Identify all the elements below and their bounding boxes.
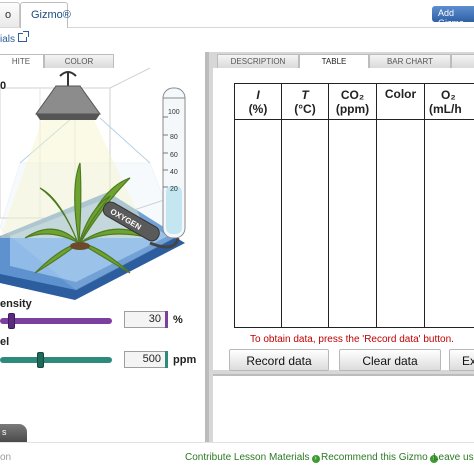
light-intensity-label: ensity xyxy=(0,298,32,310)
right-tabs: DESCRIPTION TABLE BAR CHART xyxy=(213,54,474,69)
instruction-message: To obtain data, press the 'Record data' … xyxy=(250,334,454,345)
gizmo-frame: HITE COLOR 0 OXYGEN 100 80 60 40 20 ensi… xyxy=(0,52,474,442)
data-panel: DESCRIPTION TABLE BAR CHART I (%) T (°C) C… xyxy=(213,52,474,442)
arrow-icon: › xyxy=(311,455,320,463)
tick-label: 80 xyxy=(170,134,178,141)
lower-panel xyxy=(213,374,474,442)
simulation-panel: HITE COLOR 0 OXYGEN 100 80 60 40 20 ensi… xyxy=(0,52,209,442)
simulation-view: 0 OXYGEN 100 80 60 40 20 xyxy=(0,67,205,306)
footer-left-link[interactable]: on xyxy=(0,452,11,463)
graduated-cylinder: 100 80 60 40 20 xyxy=(162,87,186,239)
left-tabs: HITE COLOR xyxy=(0,54,205,68)
tab-gizmo[interactable]: Gizmo® xyxy=(20,2,71,28)
tab-color[interactable]: COLOR xyxy=(44,54,114,68)
light-slider-thumb[interactable] xyxy=(8,313,15,329)
header-line: Color xyxy=(384,87,417,101)
light-unit: % xyxy=(173,314,183,326)
tick-label: 100 xyxy=(168,109,180,116)
header-unit: (%) xyxy=(248,101,268,116)
co2-color-bar xyxy=(165,351,168,368)
co2-level-slider[interactable] xyxy=(0,357,112,363)
plant-tank-illustration: OXYGEN 100 80 60 40 20 xyxy=(0,67,186,300)
tab-white-light[interactable]: HITE xyxy=(0,54,44,68)
column-header-temperature: T (°C) xyxy=(281,83,329,120)
sub-bar: ials xyxy=(0,30,474,50)
materials-link[interactable]: ials xyxy=(0,34,15,45)
table-empty-row xyxy=(234,119,474,328)
leave-us-link[interactable]: Leave us xyxy=(433,452,474,463)
tick-label: 20 xyxy=(170,186,178,193)
clear-data-button[interactable]: Clear data xyxy=(339,349,441,371)
leave-us-label: Leave us xyxy=(433,452,474,463)
header-line: O₂ xyxy=(441,87,456,102)
footer: on Contribute Lesson Materials › Recommen… xyxy=(0,442,474,474)
light-intensity-value[interactable]: 30 xyxy=(124,311,166,328)
external-link-icon[interactable] xyxy=(18,31,29,42)
header-line: CO₂ xyxy=(340,87,365,102)
record-data-button[interactable]: Record data xyxy=(229,349,329,371)
column-header-color: Color xyxy=(376,83,425,120)
co2-level-value[interactable]: 500 xyxy=(124,351,166,368)
co2-level-label: el xyxy=(0,336,10,348)
export-data-button[interactable]: Ex xyxy=(449,349,474,371)
light-intensity-slider[interactable] xyxy=(0,318,112,324)
add-gizmo-button[interactable]: Add Gizmo xyxy=(432,6,474,28)
corner-label: 0 xyxy=(0,80,7,92)
header-line: T xyxy=(301,87,309,102)
header-line: I xyxy=(256,87,260,102)
header-unit: (mL/h xyxy=(429,101,462,116)
tick-label: 40 xyxy=(170,169,178,176)
column-header-co2: CO₂ (ppm) xyxy=(328,83,377,120)
tools-button[interactable]: s xyxy=(0,424,27,442)
tab-table[interactable]: TABLE xyxy=(299,54,369,69)
table-header-row: I (%) T (°C) CO₂ (ppm) Color O₂ (mL/h xyxy=(234,83,474,120)
column-header-intensity: I (%) xyxy=(234,83,282,120)
table-view: I (%) T (°C) CO₂ (ppm) Color O₂ (mL/h To obt… xyxy=(213,68,474,371)
recommend-link[interactable]: Recommend this Gizmo › xyxy=(321,452,438,463)
column-header-o2: O₂ (mL/h xyxy=(424,83,474,120)
tab-description[interactable]: DESCRIPTION xyxy=(217,54,299,68)
tab-bar-chart[interactable]: BAR CHART xyxy=(369,54,451,68)
header-unit: (°C) xyxy=(294,101,316,116)
co2-slider-thumb[interactable] xyxy=(37,352,44,368)
header-unit: (ppm) xyxy=(335,101,370,116)
co2-unit: ppm xyxy=(173,354,197,366)
contribute-link[interactable]: Contribute Lesson Materials › xyxy=(185,452,320,463)
top-bar: o Gizmo® Add Gizmo xyxy=(0,0,474,28)
contribute-label: Contribute Lesson Materials xyxy=(185,452,310,463)
light-color-bar xyxy=(165,311,168,328)
data-table: I (%) T (°C) CO₂ (ppm) Color O₂ (mL/h xyxy=(234,83,474,328)
tab-previous[interactable]: o xyxy=(0,2,20,27)
recommend-label: Recommend this Gizmo xyxy=(321,452,428,463)
tab-graph[interactable] xyxy=(451,54,474,68)
tick-label: 60 xyxy=(170,152,178,159)
